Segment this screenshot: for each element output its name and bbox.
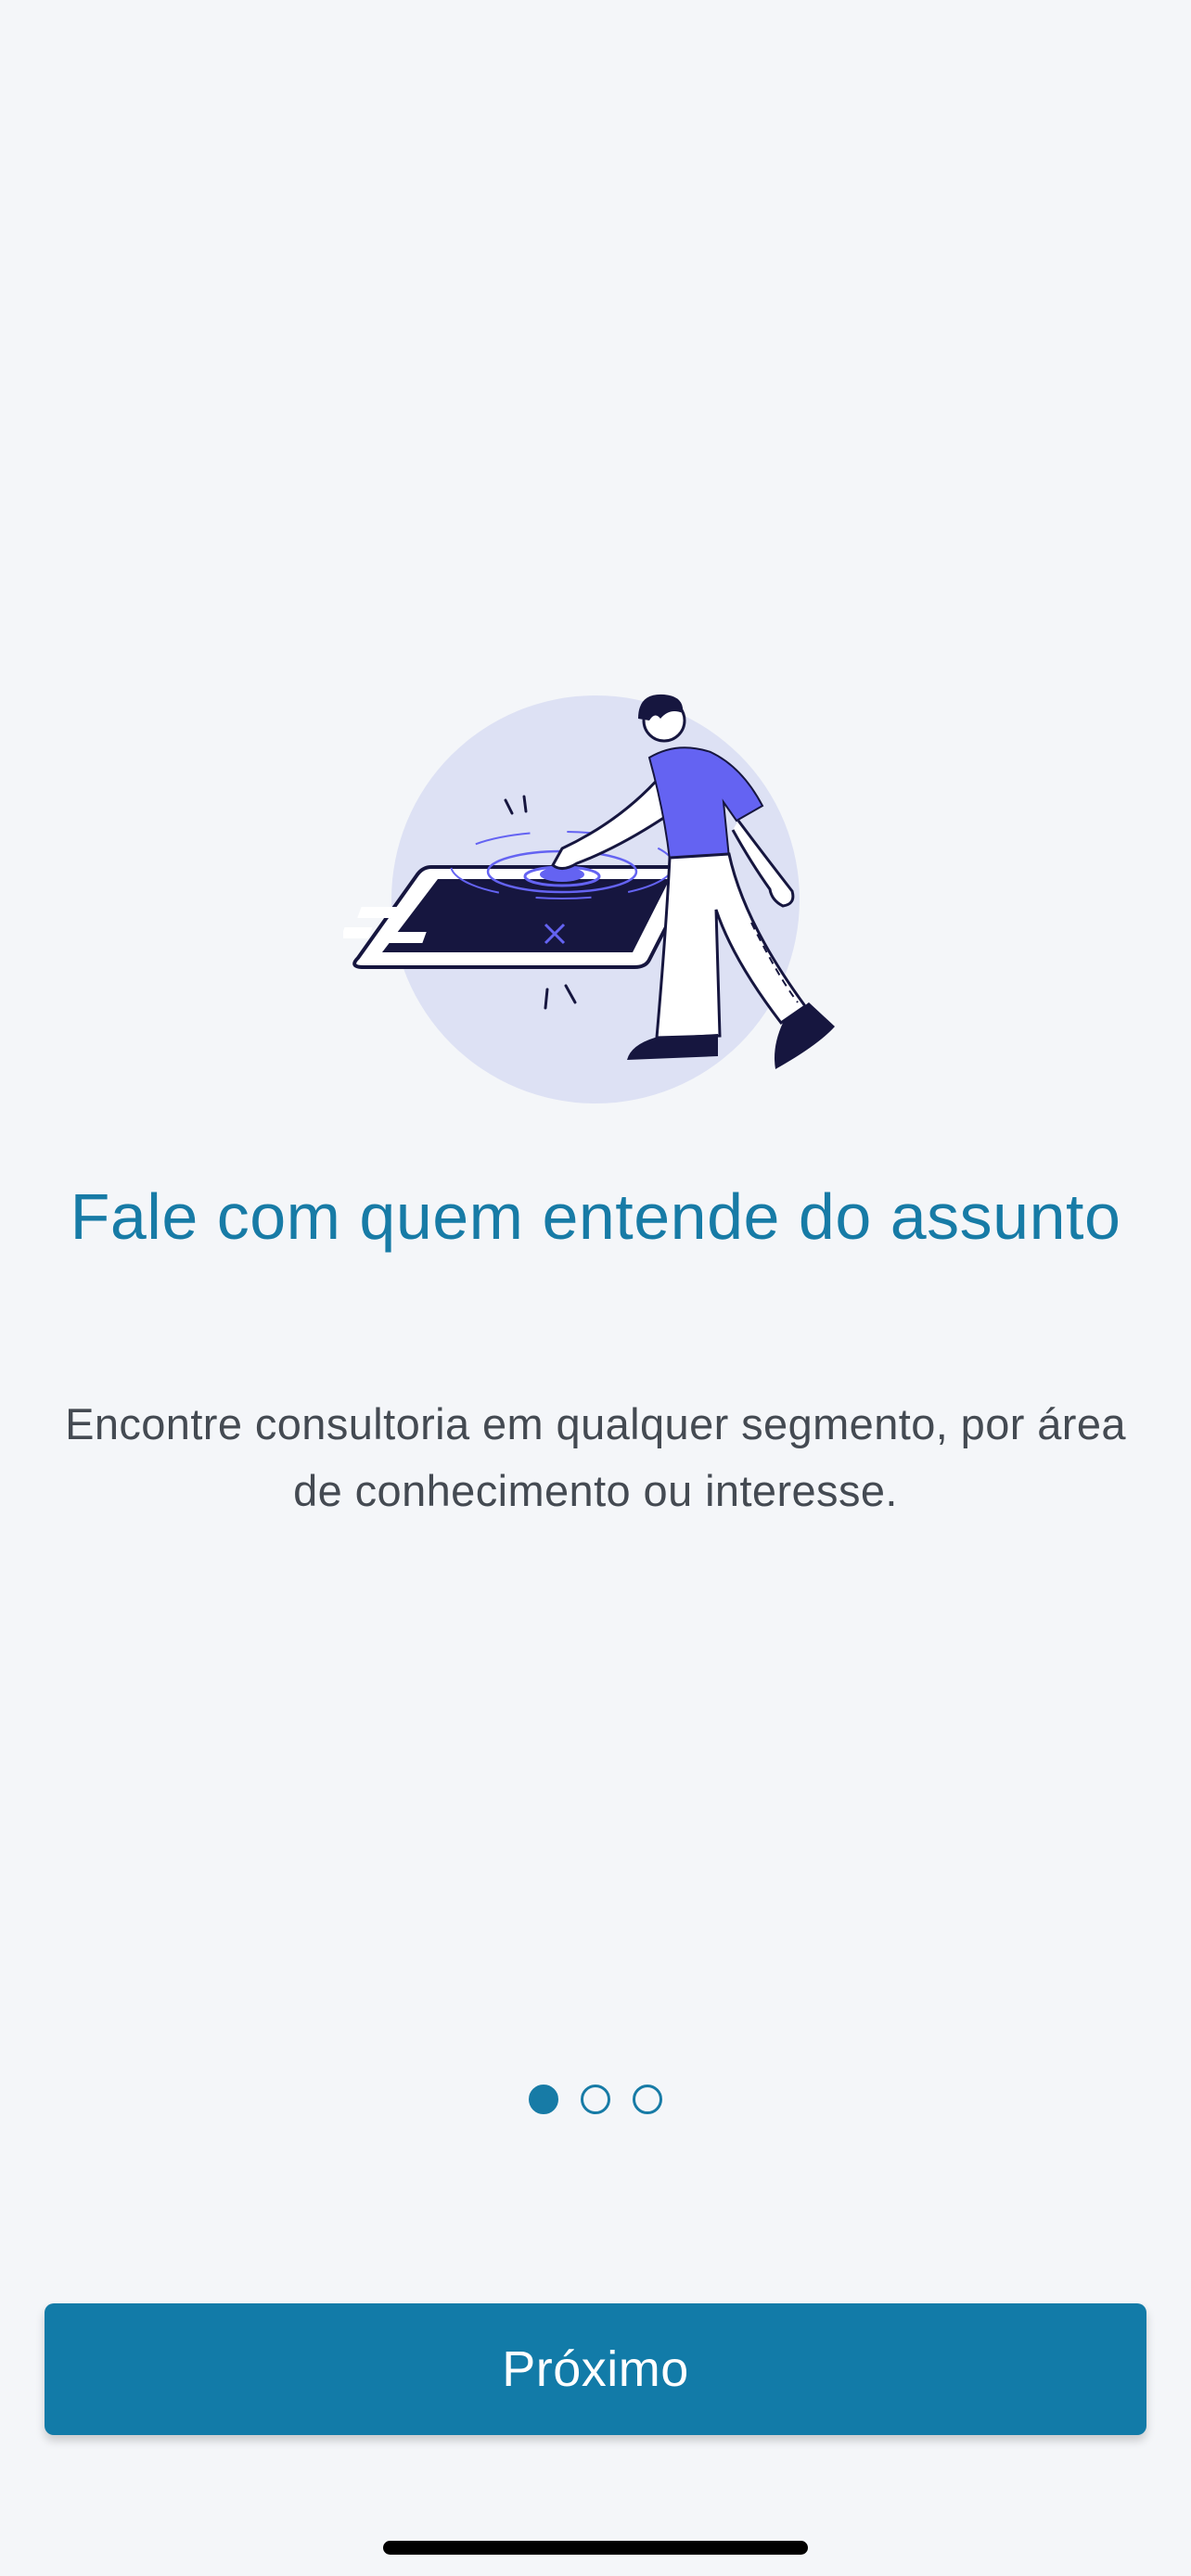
- page-indicator: [0, 2085, 1191, 2114]
- next-button[interactable]: Próximo: [45, 2303, 1146, 2435]
- page-dot-2[interactable]: [581, 2085, 610, 2114]
- person-pressing-tablet-icon: [343, 694, 835, 1103]
- home-indicator: [383, 2541, 808, 2555]
- page-dot-3[interactable]: [633, 2085, 662, 2114]
- onboarding-screen: Fale com quem entende do assunto Encontr…: [0, 0, 1191, 2576]
- page-dot-1-active[interactable]: [529, 2085, 558, 2114]
- page-description: Encontre consultoria em qualquer segment…: [65, 1399, 1126, 1515]
- page-title: Fale com quem entende do assunto: [70, 1180, 1121, 1253]
